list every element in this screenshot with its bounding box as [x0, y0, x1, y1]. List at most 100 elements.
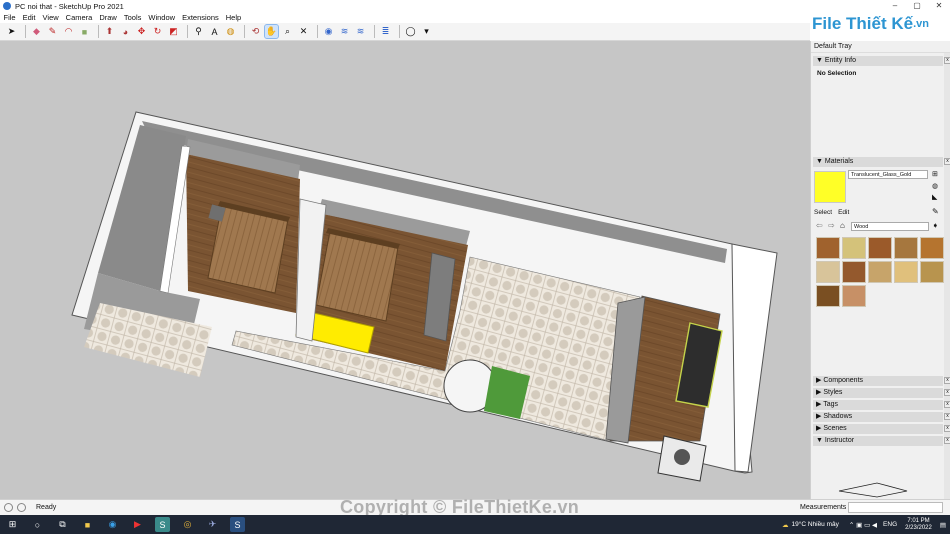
youtube-icon[interactable]: ▶ [130, 517, 145, 532]
material-swatch[interactable] [868, 261, 892, 283]
forward-arrow-icon[interactable]: ⇨ [828, 221, 835, 230]
tab-edit[interactable]: Edit [838, 209, 849, 216]
styles-header[interactable]: ▶ Styles x [813, 388, 950, 398]
windows-start-icon[interactable]: ⊞ [5, 517, 20, 532]
create-material-icon[interactable]: ⊞ [932, 170, 938, 178]
file-explorer-icon[interactable]: ■ [80, 517, 95, 532]
tape-measure-icon[interactable]: ⚲ [192, 25, 205, 38]
zoom-tool-icon[interactable]: ⌕ [281, 25, 294, 38]
entity-info-header[interactable]: ▼ Entity Info x [813, 56, 950, 66]
chrome-icon[interactable]: ◎ [180, 517, 195, 532]
menu-file[interactable]: File [0, 13, 19, 22]
account-icon[interactable]: ◯ [404, 25, 417, 38]
layout-icon[interactable]: ≋ [354, 25, 367, 38]
sketchup-taskbar-icon[interactable]: S [155, 517, 170, 532]
shadows-header[interactable]: ▶ Shadows x [813, 412, 950, 422]
extension-warehouse-icon[interactable]: ≋ [338, 25, 351, 38]
tab-select[interactable]: Select [814, 209, 832, 216]
pencil-tool-icon[interactable]: ✎ [46, 25, 59, 38]
pan-tool-icon[interactable]: ✋ [264, 24, 279, 39]
shape-tool-icon[interactable]: ■ [78, 25, 91, 38]
warehouse-icon[interactable]: ◉ [322, 25, 335, 38]
material-swatch[interactable] [816, 237, 840, 259]
tray-apps-icon[interactable]: ⌃ ▣ ▭ ◀ [849, 521, 877, 529]
close-panel-icon[interactable]: x [944, 437, 950, 444]
clock-date: 2/23/2022 [905, 524, 932, 531]
close-panel-icon[interactable]: x [944, 57, 950, 64]
material-swatch[interactable] [894, 237, 918, 259]
close-panel-icon[interactable]: x [944, 401, 950, 408]
scenes-header[interactable]: ▶ Scenes x [813, 424, 950, 434]
material-swatch[interactable] [920, 237, 944, 259]
eraser-tool-icon[interactable]: ◆ [30, 25, 43, 38]
material-name-field[interactable]: Translucent_Glass_Gold [848, 170, 928, 179]
credits-icon[interactable] [17, 503, 26, 512]
sketchup-active-icon[interactable]: S [230, 517, 245, 532]
app-icon[interactable]: ✈ [205, 517, 220, 532]
clock[interactable]: 7:01 PM 2/23/2022 [905, 518, 932, 532]
tags-header[interactable]: ▶ Tags x [813, 400, 950, 410]
geo-location-icon[interactable] [4, 503, 13, 512]
text-tool-icon[interactable]: A [208, 25, 221, 38]
menu-window[interactable]: Window [145, 13, 179, 22]
account-dropdown-icon[interactable]: ▾ [420, 25, 433, 38]
material-collection-select[interactable]: Wood [851, 222, 929, 231]
tray-scrollbar[interactable] [944, 53, 950, 499]
toolbar-separator [374, 25, 375, 38]
close-panel-icon[interactable]: x [944, 158, 950, 165]
expand-icon[interactable]: ◣ [932, 193, 937, 201]
material-swatch[interactable] [920, 261, 944, 283]
styles-icon[interactable]: ≣ [379, 25, 392, 38]
weather-icon[interactable]: ☁ [782, 521, 789, 529]
model-viewport[interactable] [0, 41, 810, 499]
instructor-header[interactable]: ▼ Instructor x [813, 436, 950, 446]
material-swatch[interactable] [868, 237, 892, 259]
scale-tool-icon[interactable]: ◩ [167, 25, 180, 38]
rotate-tool-icon[interactable]: ↻ [151, 25, 164, 38]
paint-bucket-sample-icon[interactable]: ◍ [932, 182, 938, 190]
task-view-icon[interactable]: ⧉ [55, 517, 70, 532]
edge-icon[interactable]: ◉ [105, 517, 120, 532]
orbit-tool-icon[interactable]: ⟲ [249, 25, 262, 38]
material-swatch[interactable] [816, 261, 840, 283]
menu-extensions[interactable]: Extensions [179, 13, 223, 22]
material-swatch[interactable] [894, 261, 918, 283]
material-swatch[interactable] [842, 285, 866, 307]
paint-bucket-icon[interactable]: ◍ [224, 25, 237, 38]
current-material-swatch[interactable] [814, 171, 846, 203]
move-tool-icon[interactable]: ✥ [135, 25, 148, 38]
menu-view[interactable]: View [39, 13, 62, 22]
close-panel-icon[interactable]: x [944, 389, 950, 396]
menu-edit[interactable]: Edit [19, 13, 39, 22]
close-button[interactable]: ✕ [928, 0, 950, 12]
close-panel-icon[interactable]: x [944, 377, 950, 384]
push-pull-tool-icon[interactable]: ⬆ [103, 25, 116, 38]
back-arrow-icon[interactable]: ⇦ [816, 221, 823, 230]
menu-camera[interactable]: Camera [62, 13, 96, 22]
material-swatch[interactable] [842, 237, 866, 259]
close-panel-icon[interactable]: x [944, 425, 950, 432]
eyedropper-icon[interactable]: ✎ [932, 207, 939, 216]
notifications-icon[interactable]: ▤ [940, 521, 946, 529]
zoom-extents-icon[interactable]: ✕ [297, 25, 310, 38]
follow-me-tool-icon[interactable]: ◕ [119, 25, 132, 38]
material-swatch[interactable] [816, 285, 840, 307]
materials-header[interactable]: ▼ Materials x [813, 157, 950, 167]
measurements-input[interactable] [848, 502, 943, 513]
menu-help[interactable]: Help [222, 13, 244, 22]
maximize-button[interactable]: ▢ [906, 0, 928, 12]
minimize-button[interactable]: – [884, 0, 906, 12]
language-indicator[interactable]: ENG [883, 521, 897, 528]
tray-title: Default Tray [811, 41, 950, 53]
menu-tools[interactable]: Tools [120, 13, 145, 22]
close-panel-icon[interactable]: x [944, 413, 950, 420]
material-swatch[interactable] [842, 261, 866, 283]
home-icon[interactable]: ⌂ [840, 221, 845, 230]
search-icon[interactable]: ○ [30, 517, 45, 532]
arc-tool-icon[interactable]: ◠ [62, 25, 75, 38]
details-arrow-icon[interactable]: ➧ [932, 221, 939, 230]
weather-text[interactable]: 19°C Nhiều mây [791, 521, 838, 528]
components-header[interactable]: ▶ Components x [813, 376, 950, 386]
select-tool-icon[interactable]: ➤ [5, 25, 18, 38]
menu-draw[interactable]: Draw [96, 13, 121, 22]
